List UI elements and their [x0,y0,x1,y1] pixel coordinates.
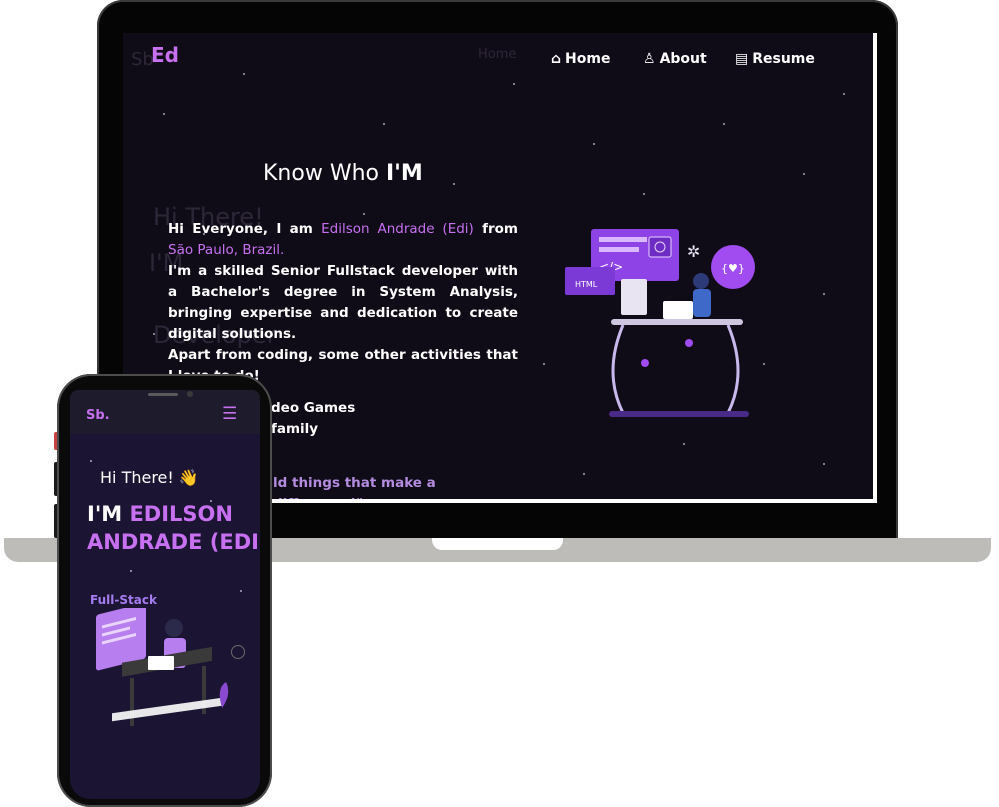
scroll-indicator[interactable] [231,645,245,659]
intro-text-2: from [473,221,519,237]
nav-about-label: About [659,51,707,67]
laptop-notch [432,538,563,550]
svg-text:{♥}: {♥} [721,262,745,275]
phone-speaker [148,393,178,396]
home-icon: ⌂ [551,51,562,67]
document-icon: ▤ [735,51,749,67]
activity-family: family [271,421,319,437]
phone-greeting-text: Hi There! [100,468,174,487]
wave-hand-icon: 👋 [178,468,199,487]
developer-illustration: </> HTML {♥} ✲ [565,229,755,417]
site-logo[interactable]: Ed [151,43,179,67]
phone-greeting: Hi There! 👋 [100,468,199,487]
nav-home[interactable]: ⌂ Home [551,51,610,67]
about-bio: I'm a skilled Senior Fullstack developer… [168,263,518,342]
author-name: Edilson Andrade (Edi) [321,221,474,237]
phone-im: I'M [87,502,130,526]
about-quote: ld things that make a difference!" [273,475,436,499]
phone-navbar: Sb. ☰ [70,390,260,434]
phone-camera [187,391,193,397]
nav-about[interactable]: ♙ About [643,51,707,67]
about-title: Know Who I'M [263,161,423,186]
author-location: São Paulo, Brazil. [168,242,285,258]
phone-name-line1: EDILSON [129,502,233,526]
intro-text-1: Hi Everyone, I am [168,221,322,237]
ghost-nav-home: Home [478,47,517,62]
svg-text:HTML: HTML [575,280,598,289]
about-intro: Hi Everyone, I am Edilson Andrade (Edi) … [168,219,518,345]
phone-name-line2: ANDRADE (EDI [87,530,259,554]
hamburger-menu-icon[interactable]: ☰ [222,404,237,424]
nav-resume-label: Resume [752,51,815,67]
nav-resume[interactable]: ▤ Resume [735,51,815,67]
phone-developer-illustration [96,608,229,726]
user-icon: ♙ [643,51,656,67]
nav-home-label: Home [565,51,611,67]
about-title-strong: I'M [385,161,423,186]
about-title-prefix: Know Who [263,161,379,186]
phone-heading: I'M EDILSON ANDRADE (EDI [87,500,259,556]
svg-text:✲: ✲ [687,242,700,261]
phone-role: Full-Stack [90,593,157,607]
phone-logo[interactable]: Sb. [86,408,110,423]
activity-games: deo Games [271,400,356,416]
phone-screen: Sb. ☰ Hi There! 👋 I'M EDILSON ANDRADE (E… [70,390,260,799]
